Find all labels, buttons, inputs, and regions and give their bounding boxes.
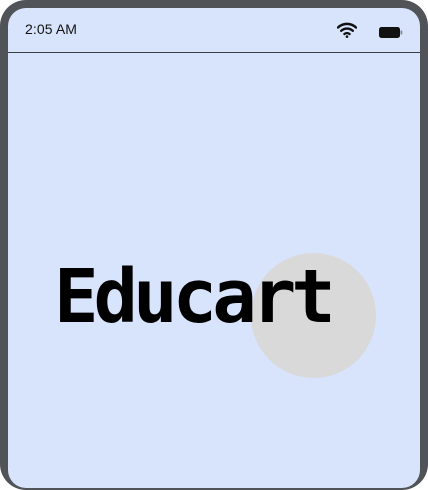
- status-bar: 2:05 AM: [8, 8, 420, 53]
- status-time: 2:05 AM: [25, 21, 78, 37]
- wifi-icon: [336, 22, 358, 38]
- phone-frame: 2:05 AM Educart: [0, 0, 428, 490]
- app-screen: 2:05 AM Educart: [8, 8, 420, 488]
- device: 2:05 AM Educart: [0, 0, 428, 490]
- brand-logo-text: Educart: [54, 254, 336, 340]
- battery-icon: [379, 25, 403, 38]
